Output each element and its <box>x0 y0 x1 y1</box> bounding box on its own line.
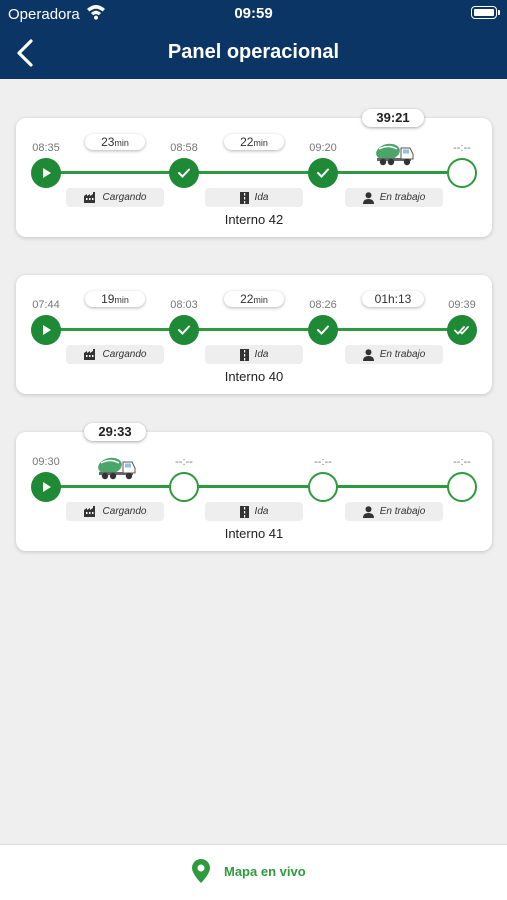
duration-unit: min <box>114 138 129 148</box>
status-bar: Operadora 09:59 <box>0 0 507 28</box>
map-pin-icon <box>192 859 210 883</box>
stage-time: 09:39 <box>448 299 476 311</box>
truck-card[interactable]: 39:21 08:35 08:58 09:20 --:-- 23min 22mi… <box>16 109 492 237</box>
live-map-button[interactable]: Mapa en vivo <box>192 859 306 883</box>
duration-pill: 22min <box>224 291 284 307</box>
worker-icon <box>362 191 374 204</box>
stage-label: En trabajo <box>379 506 426 517</box>
stage-time: 09:20 <box>309 142 337 154</box>
mixer-truck-icon <box>376 143 414 166</box>
truck-id: Interno 41 <box>224 526 284 541</box>
stage-label: Cargando <box>102 349 147 360</box>
stage-time: 08:35 <box>32 142 60 154</box>
stage-chip-work: En trabajo <box>345 502 443 521</box>
stage-done-node <box>308 315 338 345</box>
factory-icon <box>83 506 95 517</box>
stage-label: Cargando <box>102 192 147 203</box>
duration-pill: 23min <box>85 134 145 150</box>
battery-icon <box>471 6 500 19</box>
elapsed-timer: 39:21 <box>362 109 424 127</box>
app-header: Operadora 09:59 Panel operacional <box>0 0 507 79</box>
duration-value: 01h:13 <box>374 292 412 306</box>
truck-card[interactable]: 29:33 09:30 --:-- --:-- --:-- Cargando I… <box>16 423 492 551</box>
stage-start-node <box>31 472 61 502</box>
stage-label: Cargando <box>102 506 147 517</box>
factory-icon <box>83 349 95 360</box>
stage-done-node <box>169 158 199 188</box>
stage-chip-ida: Ida <box>205 502 303 521</box>
duration-pill: 19min <box>85 291 145 307</box>
stage-label: Ida <box>254 349 269 360</box>
duration-pill: 22min <box>224 134 284 150</box>
stage-label: En trabajo <box>379 349 426 360</box>
check-icon <box>317 325 329 335</box>
play-icon <box>43 482 51 492</box>
stage-label: Ida <box>254 506 269 517</box>
stage-time: --:-- <box>453 142 471 154</box>
stage-time: --:-- <box>453 456 471 468</box>
stage-time: --:-- <box>175 456 193 468</box>
stage-pending-node <box>308 472 338 502</box>
stage-chip-loading: Cargando <box>66 502 164 521</box>
worker-icon <box>362 348 374 361</box>
stage-chip-work: En trabajo <box>345 188 443 207</box>
check-icon <box>178 325 190 335</box>
truck-card[interactable]: 07:44 08:03 08:26 09:39 19min 22min 01h:… <box>16 275 492 394</box>
stage-label: Ida <box>254 192 269 203</box>
double-check-icon <box>454 326 469 335</box>
play-icon <box>43 168 51 178</box>
stage-start-node <box>31 158 61 188</box>
stage-chip-loading: Cargando <box>66 188 164 207</box>
stage-chip-work: En trabajo <box>345 345 443 364</box>
duration-unit: min <box>114 295 129 305</box>
stage-chip-ida: Ida <box>205 188 303 207</box>
worker-icon <box>362 505 374 518</box>
progress-line <box>44 485 462 488</box>
stage-time: --:-- <box>314 456 332 468</box>
duration-value: 23 <box>101 135 115 149</box>
stage-pending-node <box>447 158 477 188</box>
progress-line <box>44 328 462 331</box>
truck-id: Interno 42 <box>224 212 284 227</box>
stage-time: 08:03 <box>170 299 198 311</box>
page-title: Panel operacional <box>167 41 340 63</box>
duration-unit: min <box>253 295 268 305</box>
duration-unit: min <box>253 138 268 148</box>
road-icon <box>239 348 249 361</box>
factory-icon <box>83 192 95 203</box>
stage-chip-ida: Ida <box>205 345 303 364</box>
stage-done-node <box>308 158 338 188</box>
duration-value: 22 <box>240 292 254 306</box>
stage-time: 09:30 <box>32 456 60 468</box>
stage-pending-node <box>447 472 477 502</box>
stage-pending-node <box>169 472 199 502</box>
road-icon <box>239 505 249 518</box>
play-icon <box>43 325 51 335</box>
stage-time: 08:58 <box>170 142 198 154</box>
stage-complete-node <box>447 315 477 345</box>
duration-value: 19 <box>101 292 115 306</box>
stage-start-node <box>31 315 61 345</box>
stage-label: En trabajo <box>379 192 426 203</box>
live-map-label: Mapa en vivo <box>224 863 306 879</box>
stage-time: 08:26 <box>309 299 337 311</box>
elapsed-timer: 29:33 <box>84 423 146 441</box>
check-icon <box>317 168 329 178</box>
status-time: 09:59 <box>234 5 273 22</box>
bottom-bar: Mapa en vivo <box>0 844 507 900</box>
check-icon <box>178 168 190 178</box>
stage-chip-loading: Cargando <box>66 345 164 364</box>
stage-time: 07:44 <box>32 299 60 311</box>
progress-line <box>44 171 462 174</box>
mixer-truck-icon <box>98 457 136 480</box>
duration-value: 22 <box>240 135 254 149</box>
duration-pill: 01h:13 <box>362 291 424 307</box>
road-icon <box>239 191 249 204</box>
truck-id: Interno 40 <box>224 369 284 384</box>
stage-done-node <box>169 315 199 345</box>
